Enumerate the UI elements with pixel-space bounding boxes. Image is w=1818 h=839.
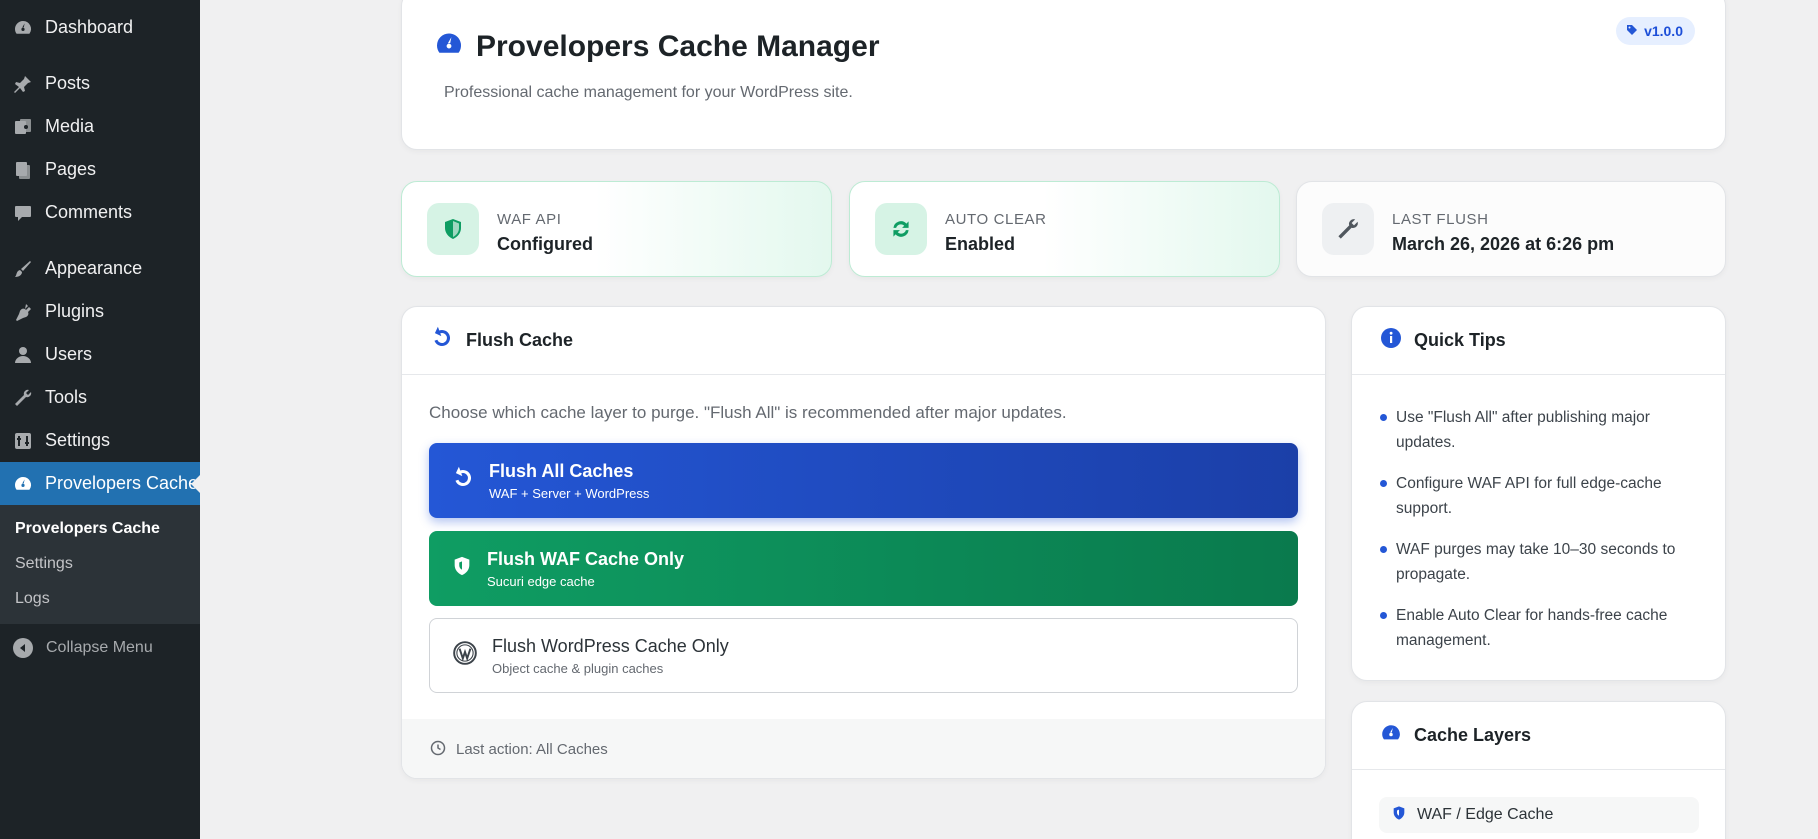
- nav-submenu: Provelopers Cache Settings Logs: [0, 505, 200, 624]
- tips-title: Quick Tips: [1414, 330, 1506, 350]
- gauge-icon: [1380, 722, 1402, 749]
- panel-header: Flush Cache: [402, 307, 1325, 375]
- pages-icon: [11, 158, 35, 182]
- nav-users[interactable]: Users: [0, 333, 200, 376]
- tag-icon: [1626, 23, 1638, 39]
- tip-item: WAF purges may take 10–30 seconds to pro…: [1380, 537, 1697, 587]
- shield-icon: [427, 203, 479, 255]
- panel-description: Choose which cache layer to purge. "Flus…: [429, 403, 1067, 422]
- nav-plugins[interactable]: Plugins: [0, 290, 200, 333]
- submenu-provelopers-cache[interactable]: Provelopers Cache: [0, 511, 200, 546]
- stat-label: WAF API: [497, 211, 562, 228]
- clock-icon: [430, 740, 446, 760]
- user-icon: [11, 343, 35, 367]
- tips-header: Quick Tips: [1352, 307, 1725, 375]
- collapse-label: Collapse Menu: [46, 638, 153, 656]
- version-label: v1.0.0: [1644, 23, 1683, 39]
- wrench-icon: [11, 386, 35, 410]
- nav-label: Comments: [45, 202, 133, 222]
- stat-value: Enabled: [945, 234, 1016, 254]
- nav-label: Dashboard: [45, 17, 134, 37]
- button-subtitle: Object cache & plugin caches: [492, 660, 664, 676]
- stat-value: March 26, 2026 at 6:26 pm: [1392, 234, 1615, 254]
- header-card: Provelopers Cache Manager Professional c…: [401, 0, 1726, 150]
- pin-icon: [11, 72, 35, 96]
- quick-tips-card: Quick Tips Use "Flush All" after publish…: [1351, 306, 1726, 681]
- gauge-icon: [434, 29, 464, 64]
- page-description: Professional cache management for your W…: [444, 84, 853, 101]
- collapse-icon: [13, 637, 33, 658]
- page-title-row: Provelopers Cache Manager: [434, 29, 880, 64]
- nav-pages[interactable]: Pages: [0, 148, 200, 191]
- refresh-icon: [451, 466, 475, 495]
- flush-waf-button[interactable]: Flush WAF Cache Only Sucuri edge cache: [429, 531, 1298, 606]
- flush-cache-panel: Flush Cache Choose which cache layer to …: [401, 306, 1326, 779]
- nav-label: Users: [45, 344, 93, 364]
- panel-footer: Last action: All Caches: [402, 719, 1325, 778]
- button-title: Flush WordPress Cache Only: [492, 635, 729, 656]
- submenu-logs[interactable]: Logs: [0, 581, 200, 616]
- info-icon: [1380, 327, 1402, 354]
- nav-label: Appearance: [45, 258, 143, 278]
- stat-auto-clear: AUTO CLEAR Enabled: [849, 181, 1280, 277]
- stat-value: Configured: [497, 234, 593, 254]
- nav-label: Media: [45, 116, 95, 136]
- button-title: Flush All Caches: [489, 460, 634, 481]
- button-subtitle: WAF + Server + WordPress: [489, 485, 650, 501]
- nav-media[interactable]: Media: [0, 105, 200, 148]
- shield-icon: [451, 555, 473, 582]
- wordpress-icon: [452, 640, 478, 671]
- page-title: Provelopers Cache Manager: [476, 29, 880, 63]
- stat-label: AUTO CLEAR: [945, 211, 1047, 228]
- nav-label: Pages: [45, 159, 97, 179]
- comment-icon: [11, 201, 35, 225]
- nav-label: Provelopers Cache: [45, 473, 199, 493]
- nav-tools[interactable]: Tools: [0, 376, 200, 419]
- nav-posts[interactable]: Posts: [0, 62, 200, 105]
- refresh-icon: [875, 203, 927, 255]
- refresh-icon: [430, 326, 454, 355]
- submenu-settings[interactable]: Settings: [0, 546, 200, 581]
- nav-label: Settings: [45, 430, 111, 450]
- settings-icon: [11, 429, 35, 453]
- nav-label: Tools: [45, 387, 88, 407]
- shield-icon: [1391, 805, 1407, 826]
- brush-icon: [11, 257, 35, 281]
- tip-item: Use "Flush All" after publishing major u…: [1380, 405, 1697, 455]
- stat-last-flush: LAST FLUSH March 26, 2026 at 6:26 pm: [1296, 181, 1726, 277]
- plugin-icon: [11, 300, 35, 324]
- tips-list: Use "Flush All" after publishing major u…: [1352, 375, 1725, 653]
- flush-all-button[interactable]: Flush All Caches WAF + Server + WordPres…: [429, 443, 1298, 518]
- stat-waf-api: WAF API Configured: [401, 181, 832, 277]
- nav-dashboard[interactable]: Dashboard: [0, 6, 200, 49]
- button-subtitle: Sucuri edge cache: [487, 573, 595, 589]
- nav-comments[interactable]: Comments: [0, 191, 200, 234]
- cache-layers-card: Cache Layers WAF / Edge Cache: [1351, 701, 1726, 839]
- last-action-text: Last action: All Caches: [456, 741, 608, 758]
- wrench-icon: [1322, 203, 1374, 255]
- admin-sidebar: Dashboard Posts Media Pages Comments App…: [0, 0, 200, 839]
- nav-appearance[interactable]: Appearance: [0, 247, 200, 290]
- gauge-icon: [11, 472, 35, 496]
- version-badge: v1.0.0: [1616, 17, 1695, 45]
- dashboard-icon: [11, 16, 35, 40]
- nav-provelopers-cache[interactable]: Provelopers Cache: [0, 462, 200, 505]
- nav-label: Plugins: [45, 301, 105, 321]
- nav-settings[interactable]: Settings: [0, 419, 200, 462]
- layers-header: Cache Layers: [1352, 702, 1725, 770]
- tip-item: Configure WAF API for full edge-cache su…: [1380, 471, 1697, 521]
- nav-label: Posts: [45, 73, 91, 93]
- layers-title: Cache Layers: [1414, 725, 1532, 745]
- stat-label: LAST FLUSH: [1392, 211, 1489, 228]
- panel-title: Flush Cache: [466, 330, 574, 350]
- layer-label: WAF / Edge Cache: [1417, 806, 1554, 823]
- button-title: Flush WAF Cache Only: [487, 548, 685, 569]
- tip-item: Enable Auto Clear for hands-free cache m…: [1380, 603, 1697, 653]
- collapse-menu-button[interactable]: Collapse Menu: [0, 624, 200, 671]
- media-icon: [11, 115, 35, 139]
- flush-wordpress-button[interactable]: Flush WordPress Cache Only Object cache …: [429, 618, 1298, 693]
- layer-item-waf: WAF / Edge Cache: [1379, 797, 1699, 833]
